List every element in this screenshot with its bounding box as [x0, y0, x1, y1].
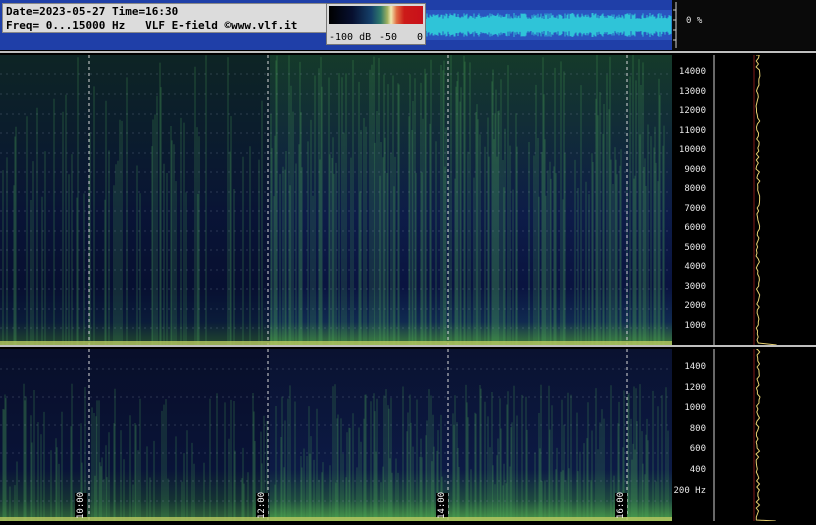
colorbar-mid-label: -50 — [379, 32, 398, 43]
date-time-label: Date=2023-05-27 Time=16:30 — [6, 5, 179, 18]
frequency-tick-label: 5000 — [684, 242, 706, 253]
colorbar-max-label: 0 — [417, 32, 424, 43]
time-mark-1600: 16:00 — [615, 491, 627, 519]
frequency-tick-label: 200 Hz — [673, 485, 706, 496]
frequency-tick-label: 3000 — [684, 281, 706, 292]
time-mark-1400: 14:00 — [436, 491, 448, 519]
frequency-tick-label: 7000 — [684, 203, 706, 214]
spectrogram-main — [0, 55, 672, 345]
header-info-box: Date=2023-05-27 Time=16:30 Freq= 0...150… — [2, 3, 327, 33]
frequency-tick-label: 10000 — [678, 145, 706, 155]
frequency-tick-label: 400 — [689, 465, 706, 475]
frequency-tick-label: 1200 — [684, 382, 706, 393]
frequency-tick-label: 11000 — [678, 125, 706, 136]
percent-scale — [673, 2, 677, 48]
frequency-tick-label: 600 — [689, 444, 706, 455]
frequency-tick-label: 6000 — [684, 223, 706, 233]
spectrogram-low-band — [0, 349, 672, 521]
frequency-tick-label: 8000 — [684, 184, 706, 194]
frequency-label: Freq= 0...15000 Hz VLF E-field ©www.vlf.… — [6, 19, 298, 32]
colorbar-gradient — [329, 6, 423, 24]
panel-separator-top — [0, 51, 816, 53]
frequency-tick-label: 1000 — [684, 320, 706, 331]
colorbar-min-label: -100 dB — [329, 32, 372, 43]
waveform-trace — [426, 10, 672, 40]
frequency-tick-label: 12000 — [678, 106, 706, 116]
colorbar-legend: -100 dB -50 0 — [326, 3, 426, 45]
frequency-tick-label: 1400 — [684, 362, 706, 372]
right-top-panel: 0 % — [672, 0, 816, 50]
frequency-tick-label: 9000 — [684, 164, 706, 175]
frequency-tick-label: 800 — [689, 423, 706, 434]
frequency-tick-label: 14000 — [678, 67, 706, 77]
time-mark-1200: 12:00 — [256, 491, 268, 519]
frequency-tick-label: 2000 — [684, 301, 706, 311]
frequency-tick-label: 4000 — [684, 262, 706, 272]
frequency-tick-label: 13000 — [678, 86, 706, 97]
time-mark-1000: 10:00 — [75, 491, 87, 519]
frequency-tick-label: 1000 — [684, 403, 706, 414]
panel-separator-middle — [0, 345, 816, 347]
